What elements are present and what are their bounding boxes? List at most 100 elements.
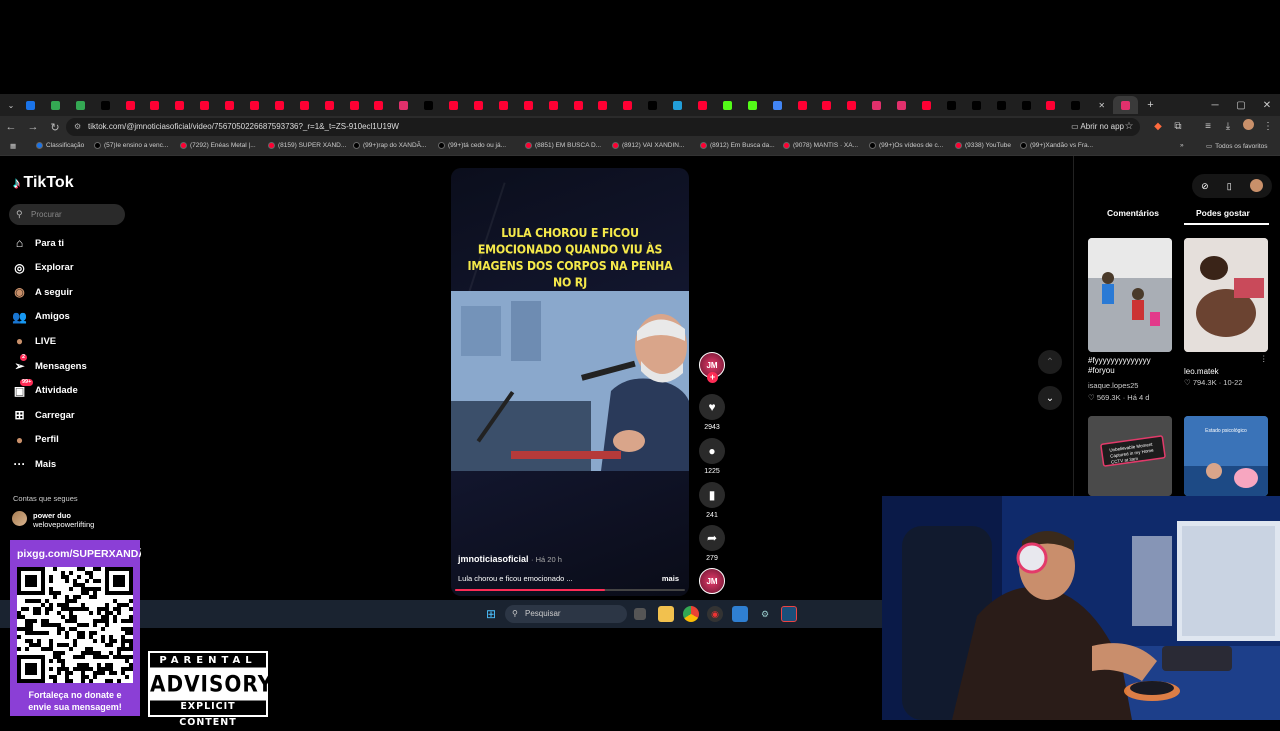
settings-icon[interactable]: ⚙	[757, 606, 773, 622]
browser-tab[interactable]	[864, 96, 889, 114]
browser-tab[interactable]	[914, 96, 939, 114]
extensions-icon[interactable]: ⧉	[1170, 119, 1186, 135]
bookmark-item[interactable]: (8851) EM BUSCA D...	[525, 142, 601, 149]
suggested-video-thumb[interactable]: Unbelievable Moment Captured in my Home …	[1088, 416, 1172, 496]
browser-tab[interactable]	[541, 96, 566, 114]
app-icon[interactable]: ◉	[707, 606, 723, 622]
maximize-button[interactable]: ▢	[1228, 94, 1254, 116]
browser-tab[interactable]	[142, 96, 167, 114]
browser-tab[interactable]	[441, 96, 466, 114]
browser-tab[interactable]	[118, 96, 143, 114]
tab-search-button[interactable]: ⌄	[4, 96, 18, 114]
browser-tab[interactable]	[964, 96, 989, 114]
chrome-icon[interactable]	[683, 606, 699, 622]
browser-tab[interactable]	[491, 96, 516, 114]
reload-button[interactable]: ↻	[44, 121, 66, 134]
following-account-item[interactable]: power duo welovepowerlifting	[12, 511, 94, 529]
forward-button[interactable]: →	[22, 121, 44, 133]
tiktok-logo[interactable]: ♪ TikTok	[13, 174, 74, 192]
taskbar-search-input[interactable]: ⚲ Pesquisar	[505, 605, 627, 623]
url-field[interactable]: ⚙ tiktok.com/@jmnoticiasoficial/video/75…	[66, 118, 1140, 136]
nav-item-live[interactable]: ● LIVE	[12, 331, 56, 351]
profile-avatar[interactable]	[1240, 119, 1256, 135]
media-controls-icon[interactable]: ≡	[1200, 119, 1216, 135]
downloads-icon[interactable]: ⤓	[1220, 119, 1236, 135]
bookmark-item[interactable]: (7292) Enéas Metal |...	[180, 142, 256, 149]
bookmarks-overflow-icon[interactable]: »	[1180, 142, 1184, 149]
sound-disc-button[interactable]: JM	[699, 568, 725, 594]
bookmark-item[interactable]: (8912) VAI XANDIN...	[612, 142, 684, 149]
suggested-video-thumb[interactable]	[1088, 238, 1172, 352]
browser-tab[interactable]	[217, 96, 242, 114]
suggested-video-thumb[interactable]: Estado psicológico	[1184, 416, 1268, 496]
nav-item-para-ti[interactable]: ⌂ Para ti	[12, 233, 64, 253]
browser-tab[interactable]	[790, 96, 815, 114]
suggested-video-title[interactable]: #fyyyyyyyyyyyyyy #foryou	[1088, 356, 1178, 376]
browser-tab[interactable]	[18, 96, 43, 114]
app-icon[interactable]	[732, 606, 748, 622]
browser-tab[interactable]	[366, 96, 391, 114]
browser-tab[interactable]	[989, 96, 1014, 114]
browser-tab[interactable]	[416, 96, 441, 114]
video-more-button[interactable]: mais	[662, 574, 679, 583]
browser-tab[interactable]	[1014, 96, 1039, 114]
browser-tab[interactable]	[740, 96, 765, 114]
video-progress-bar[interactable]	[455, 589, 685, 591]
browser-tab[interactable]	[292, 96, 317, 114]
browser-tab[interactable]	[590, 96, 615, 114]
video-author[interactable]: jmnoticiasoficial · Há 20 h	[458, 554, 562, 564]
browser-tab[interactable]	[192, 96, 217, 114]
nav-item-mais[interactable]: ··· Mais	[12, 454, 57, 474]
browser-tab[interactable]	[615, 96, 640, 114]
browser-tab[interactable]	[665, 96, 690, 114]
comment-button[interactable]: ● 1225	[699, 438, 725, 475]
task-view-icon[interactable]	[634, 608, 646, 620]
tab-you-may-like[interactable]: Podes gostar	[1196, 208, 1250, 218]
all-bookmarks-button[interactable]: ▭ Todos os favoritos	[1206, 142, 1268, 151]
bookmark-item[interactable]: (9338) YouTube	[955, 142, 1011, 149]
bookmark-star-icon[interactable]: ☆	[1121, 119, 1137, 135]
nav-item-amigos[interactable]: 👥 Amigos	[12, 307, 70, 327]
close-window-button[interactable]: ✕	[1254, 94, 1280, 116]
save-button[interactable]: ▮ 241	[699, 482, 725, 519]
file-explorer-icon[interactable]	[658, 606, 674, 622]
next-video-button[interactable]: ⌄	[1038, 386, 1062, 410]
browser-tab[interactable]	[1063, 96, 1088, 114]
browser-tab[interactable]	[566, 96, 591, 114]
bookmark-item[interactable]: Classificação	[36, 142, 84, 149]
browser-tab[interactable]	[391, 96, 416, 114]
nav-item-mensagens[interactable]: ➢ Mensagens 2	[12, 354, 87, 376]
share-button[interactable]: ➦ 279	[699, 525, 725, 562]
browser-tab[interactable]	[242, 96, 267, 114]
previous-video-button[interactable]: ⌃	[1038, 350, 1062, 374]
suggested-video-thumb[interactable]	[1184, 238, 1268, 352]
browser-tab[interactable]	[342, 96, 367, 114]
nav-item-explorar[interactable]: ◎ Explorar	[12, 258, 73, 278]
bookmark-item[interactable]: (99+)Os vídeos de c...	[869, 142, 943, 149]
bookmark-item[interactable]: (99+)rap do XANDÃ...	[353, 142, 426, 149]
windows-start-icon[interactable]: ⊞	[483, 606, 499, 622]
browser-tab[interactable]	[68, 96, 93, 114]
compass-icon[interactable]: ⊘	[1201, 181, 1209, 192]
browser-tab[interactable]	[43, 96, 68, 114]
browser-tab[interactable]	[167, 96, 192, 114]
browser-tab[interactable]	[640, 96, 665, 114]
browser-tab[interactable]	[715, 96, 740, 114]
nav-item-carregar[interactable]: ⊞ Carregar	[12, 405, 74, 425]
browser-tab[interactable]	[765, 96, 790, 114]
bookmark-item[interactable]: (57)Ie ensino a venc...	[94, 142, 168, 149]
browser-tab[interactable]	[93, 96, 118, 114]
browser-tab[interactable]	[939, 96, 964, 114]
search-input[interactable]: ⚲ Procurar	[9, 204, 125, 225]
follow-plus-icon[interactable]: +	[707, 372, 718, 383]
back-button[interactable]: ←	[0, 121, 22, 133]
browser-tab[interactable]	[267, 96, 292, 114]
browser-tab[interactable]	[1039, 96, 1064, 114]
bookmark-item[interactable]: (99+)Xandão vs Fra...	[1020, 142, 1093, 149]
nav-item-perfil[interactable]: ● Perfil	[12, 430, 59, 450]
video-player[interactable]: LULA CHOROU E FICOU EMOCIONADO QUANDO VI…	[451, 168, 689, 596]
extension-shield-icon[interactable]: ◆	[1150, 119, 1166, 135]
browser-tab[interactable]	[839, 96, 864, 114]
browser-tab[interactable]	[815, 96, 840, 114]
new-tab-button[interactable]: +	[1138, 96, 1163, 114]
